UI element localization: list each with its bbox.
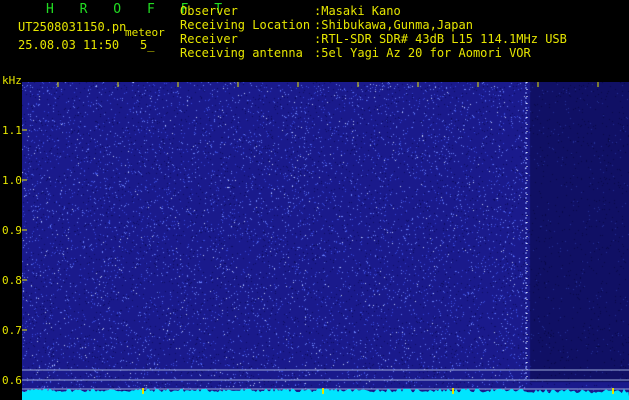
trace-marker (612, 388, 614, 394)
meta-row-receiver: Receiver :RTL-SDR SDR# 43dB L15 114.1MHz… (180, 32, 567, 46)
meta-key: Receiving Location (180, 18, 311, 32)
meta-value: :RTL-SDR SDR# 43dB L15 114.1MHz USB (314, 32, 567, 46)
y-unit-label: kHz (2, 74, 22, 87)
y-tick-label: 0.8 (2, 274, 22, 287)
meta-row-observer: Observer :Masaki Kano (180, 4, 567, 18)
meta-value: :Masaki Kano (314, 4, 401, 18)
y-tick-label: 0.9 (2, 224, 22, 237)
file-name: UT2508031150.pn (18, 20, 127, 34)
trace-marker (142, 388, 144, 394)
y-tick-label: 0.7 (2, 324, 22, 337)
hrofft-window: H R O F F T UT2508031150.pn meteor 25.08… (0, 0, 629, 400)
trace-marker (452, 388, 454, 394)
duration: 5_ (140, 38, 155, 52)
trace-marker (322, 388, 324, 394)
date-time: 25.08.03 11:50 (18, 38, 120, 52)
meta-key: Receiving antenna (180, 46, 303, 60)
y-tick-label: 1.0 (2, 174, 22, 187)
signal-level-trace (22, 388, 629, 400)
spectrogram-plot (22, 82, 629, 400)
y-tick-label: 1.1 (2, 124, 22, 137)
metadata-panel: Observer :Masaki Kano Receiving Location… (180, 4, 567, 60)
y-tick-label: 0.6 (2, 374, 22, 387)
meta-value: :Shibukawa,Gunma,Japan (314, 18, 473, 32)
meta-value: :5el Yagi Az 20 for Aomori VOR (314, 46, 531, 60)
meta-row-antenna: Receiving antenna :5el Yagi Az 20 for Ao… (180, 46, 567, 60)
meta-key: Receiver (180, 32, 238, 46)
meta-row-location: Receiving Location :Shibukawa,Gunma,Japa… (180, 18, 567, 32)
meta-key: Observer (180, 4, 238, 18)
spectrogram-overlay (22, 82, 629, 400)
